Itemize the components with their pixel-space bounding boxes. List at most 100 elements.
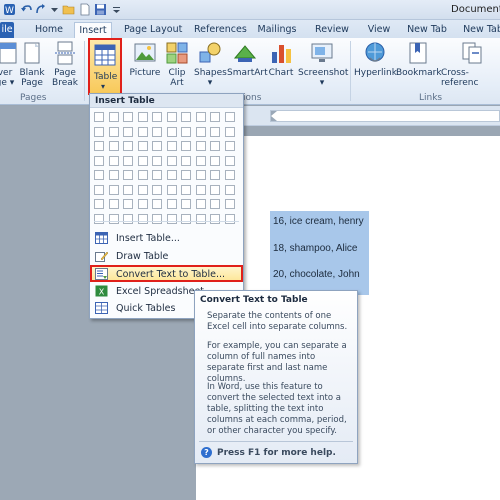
smartart-button[interactable]: SmartArt: [227, 40, 268, 78]
table-button[interactable]: Table ▾: [88, 38, 122, 95]
tab-home[interactable]: Home: [34, 22, 64, 38]
table-grid-cell[interactable]: [94, 170, 104, 180]
table-grid-cell[interactable]: [224, 184, 235, 195]
table-grid-cell[interactable]: [181, 126, 191, 137]
shapes-button[interactable]: Shapes ▾: [194, 40, 227, 88]
table-grid-cell[interactable]: [195, 155, 206, 166]
tab-new-tab-2[interactable]: New Tab: [462, 22, 500, 38]
table-grid-cell[interactable]: [137, 155, 148, 166]
tab-insert[interactable]: Insert: [74, 22, 112, 38]
table-grid-cell[interactable]: [210, 155, 220, 166]
table-grid-cell[interactable]: [181, 141, 191, 151]
table-grid-cell[interactable]: [152, 184, 162, 195]
tab-view[interactable]: View: [365, 22, 393, 38]
table-grid-cell[interactable]: [224, 213, 235, 224]
table-grid-cell[interactable]: [166, 155, 177, 166]
table-grid-cell[interactable]: [224, 199, 235, 209]
table-grid-cell[interactable]: [166, 170, 177, 180]
table-grid-cell[interactable]: [224, 155, 235, 166]
table-grid-cell[interactable]: [94, 213, 104, 224]
convert-text-to-table-item[interactable]: Convert Text to Table...: [90, 265, 243, 282]
table-grid-cell[interactable]: [94, 155, 104, 166]
table-grid-cell[interactable]: [152, 170, 162, 180]
table-grid-cell[interactable]: [224, 112, 235, 122]
table-grid-cell[interactable]: [210, 112, 220, 122]
table-grid-cell[interactable]: [195, 213, 206, 224]
table-grid-cell[interactable]: [108, 141, 119, 151]
table-grid-cell[interactable]: [137, 126, 148, 137]
table-grid-cell[interactable]: [181, 170, 191, 180]
table-grid-cell[interactable]: [137, 112, 148, 122]
blank-page-button[interactable]: Blank Page: [18, 40, 46, 88]
table-grid-cell[interactable]: [166, 141, 177, 151]
table-grid-cell[interactable]: [108, 184, 119, 195]
table-grid-cell[interactable]: [152, 199, 162, 209]
screenshot-button[interactable]: Screenshot ▾: [298, 40, 348, 88]
table-grid-cell[interactable]: [94, 184, 104, 195]
table-grid-cell[interactable]: [166, 199, 177, 209]
tab-references[interactable]: References: [194, 22, 247, 38]
table-grid-cell[interactable]: [181, 199, 191, 209]
table-grid-cell[interactable]: [210, 213, 220, 224]
table-grid-cell[interactable]: [108, 155, 119, 166]
new-document-icon[interactable]: [78, 3, 91, 16]
table-grid-cell[interactable]: [195, 126, 206, 137]
save-icon[interactable]: [94, 3, 107, 16]
tab-review[interactable]: Review: [314, 22, 350, 38]
table-grid-cell[interactable]: [166, 112, 177, 122]
table-grid-cell[interactable]: [210, 170, 220, 180]
table-grid-cell[interactable]: [152, 155, 162, 166]
cross-reference-button[interactable]: Cross-referenc: [441, 40, 500, 88]
open-folder-icon[interactable]: [62, 3, 75, 16]
table-grid-cell[interactable]: [224, 141, 235, 151]
table-grid-cell[interactable]: [137, 184, 148, 195]
table-grid-cell[interactable]: [181, 213, 191, 224]
insert-table-item[interactable]: Insert Table...: [90, 230, 243, 247]
table-grid-cell[interactable]: [152, 141, 162, 151]
ruler-scale[interactable]: [270, 110, 500, 122]
table-grid-cell[interactable]: [137, 170, 148, 180]
table-grid-cell[interactable]: [181, 155, 191, 166]
table-grid-cell[interactable]: [195, 141, 206, 151]
table-grid-cell[interactable]: [210, 199, 220, 209]
table-grid-cell[interactable]: [210, 184, 220, 195]
table-grid-cell[interactable]: [137, 199, 148, 209]
table-grid-cell[interactable]: [94, 141, 104, 151]
picture-button[interactable]: Picture: [128, 40, 162, 78]
table-grid-cell[interactable]: [123, 184, 133, 195]
cover-page-button[interactable]: ver ge ▾: [0, 40, 17, 88]
table-grid-cell[interactable]: [94, 199, 104, 209]
chart-button[interactable]: Chart: [266, 40, 296, 78]
tab-new-tab[interactable]: New Tab: [406, 22, 448, 38]
tab-file[interactable]: ile: [0, 22, 14, 38]
table-grid-cell[interactable]: [195, 170, 206, 180]
table-grid-cell[interactable]: [152, 126, 162, 137]
document-line[interactable]: 18, shampoo, Alice: [273, 243, 358, 254]
bookmark-button[interactable]: Bookmark: [396, 40, 442, 78]
table-grid-cell[interactable]: [224, 126, 235, 137]
table-grid-cell[interactable]: [210, 126, 220, 137]
table-grid-cell[interactable]: [123, 141, 133, 151]
redo-icon[interactable]: [34, 3, 47, 16]
document-line[interactable]: 20, chocolate, John: [273, 269, 360, 280]
draw-table-item[interactable]: Draw Table: [90, 248, 243, 265]
table-grid-cell[interactable]: [108, 112, 119, 122]
table-grid-cell[interactable]: [166, 213, 177, 224]
table-grid-cell[interactable]: [137, 141, 148, 151]
table-grid-cell[interactable]: [94, 112, 104, 122]
table-grid-cell[interactable]: [152, 213, 162, 224]
table-grid-cell[interactable]: [195, 112, 206, 122]
table-grid-cell[interactable]: [108, 213, 119, 224]
table-grid-cell[interactable]: [224, 170, 235, 180]
table-grid-cell[interactable]: [181, 184, 191, 195]
dropdown-arrow-icon[interactable]: [48, 3, 61, 16]
table-grid-cell[interactable]: [195, 199, 206, 209]
table-grid-cell[interactable]: [166, 126, 177, 137]
customize-qat-icon[interactable]: [110, 3, 123, 16]
table-grid-cell[interactable]: [195, 184, 206, 195]
table-grid-cell[interactable]: [123, 112, 133, 122]
table-grid-cell[interactable]: [166, 184, 177, 195]
table-grid-cell[interactable]: [94, 126, 104, 137]
document-line[interactable]: 16, ice cream, henry: [273, 216, 364, 227]
clip-art-button[interactable]: Clip Art: [164, 40, 190, 88]
